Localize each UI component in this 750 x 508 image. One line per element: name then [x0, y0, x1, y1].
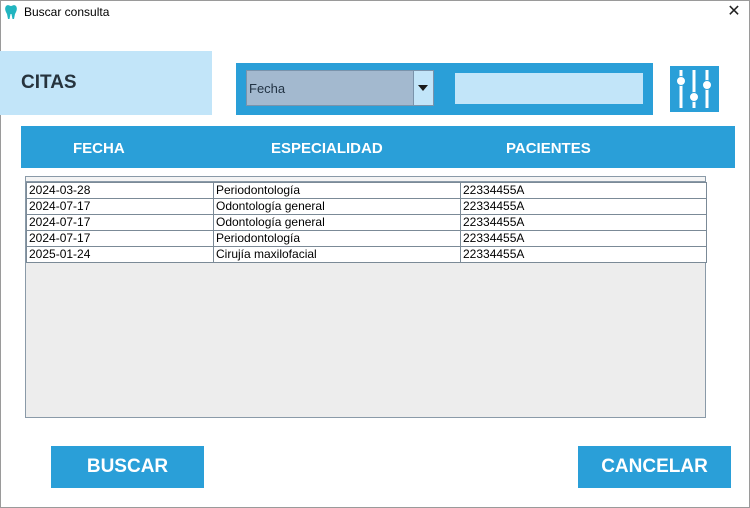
table-row[interactable]: 2025-01-24 Cirujía maxilofacial 22334455…	[26, 246, 707, 263]
filter-field-select[interactable]: Fecha	[246, 70, 434, 106]
section-title: CITAS	[21, 72, 77, 93]
results-table: 2024-03-28 Periodontología 22334455A 202…	[25, 176, 707, 418]
cell-fecha[interactable]: 2025-01-24	[26, 246, 214, 263]
sliders-icon	[676, 70, 712, 108]
cell-paciente[interactable]: 22334455A	[460, 182, 707, 199]
cell-fecha[interactable]: 2024-07-17	[26, 230, 214, 247]
table-row[interactable]: 2024-07-17 Periodontología 22334455A	[26, 230, 707, 247]
cell-paciente[interactable]: 22334455A	[460, 214, 707, 231]
cell-paciente[interactable]: 22334455A	[460, 198, 707, 215]
cell-fecha[interactable]: 2024-07-17	[26, 198, 214, 215]
results-grid: 2024-03-28 Periodontología 22334455A 202…	[26, 182, 707, 263]
cell-especialidad[interactable]: Odontología general	[213, 198, 461, 215]
cell-paciente[interactable]: 22334455A	[460, 246, 707, 263]
column-header-especialidad[interactable]: ESPECIALIDAD	[271, 140, 383, 157]
close-icon[interactable]: ✕	[724, 2, 744, 22]
search-input[interactable]	[455, 73, 643, 104]
table-row[interactable]: 2024-07-17 Odontología general 22334455A	[26, 198, 707, 215]
title-bar: Buscar consulta ✕	[0, 0, 750, 24]
cell-especialidad[interactable]: Periodontología	[213, 230, 461, 247]
cell-especialidad[interactable]: Periodontología	[213, 182, 461, 199]
filter-field-selected: Fecha	[249, 81, 286, 96]
cell-fecha[interactable]: 2024-03-28	[26, 182, 214, 199]
column-header-pacientes[interactable]: PACIENTES	[506, 140, 591, 157]
cancel-button[interactable]: CANCELAR	[578, 446, 731, 488]
chevron-down-icon[interactable]	[413, 71, 433, 105]
table-header-bar: FECHA ESPECIALIDAD PACIENTES	[21, 126, 735, 168]
cell-paciente[interactable]: 22334455A	[460, 230, 707, 247]
cell-especialidad[interactable]: Cirujía maxilofacial	[213, 246, 461, 263]
column-header-fecha[interactable]: FECHA	[73, 140, 125, 157]
tooth-icon	[5, 5, 17, 20]
section-panel: CITAS	[0, 51, 212, 115]
table-row[interactable]: 2024-03-28 Periodontología 22334455A	[26, 182, 707, 199]
search-button[interactable]: BUSCAR	[51, 446, 204, 488]
filter-button[interactable]	[670, 66, 719, 112]
cell-fecha[interactable]: 2024-07-17	[26, 214, 214, 231]
table-row[interactable]: 2024-07-17 Odontología general 22334455A	[26, 214, 707, 231]
cell-especialidad[interactable]: Odontología general	[213, 214, 461, 231]
window-title: Buscar consulta	[24, 5, 110, 19]
